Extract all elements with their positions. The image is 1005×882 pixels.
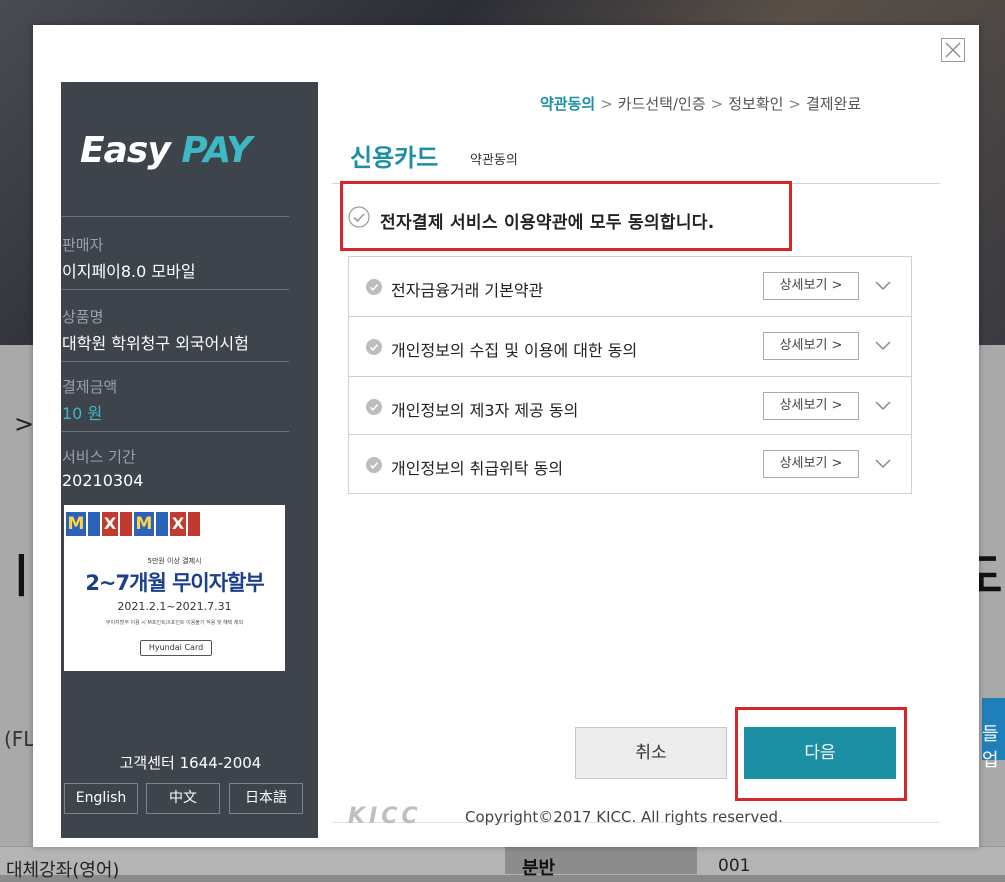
- product-label: 상품명: [62, 308, 104, 326]
- divider: [61, 289, 289, 290]
- background-chevron: >: [14, 410, 35, 438]
- step-separator: >: [600, 95, 613, 113]
- customer-center: 고객센터 1644-2004: [119, 754, 262, 772]
- background-table-cell: 001: [718, 856, 751, 876]
- term-label: 개인정보의 제3자 제공 동의: [391, 401, 579, 420]
- lang-english-button[interactable]: English: [64, 783, 138, 814]
- close-icon: [945, 42, 961, 58]
- check-circle-icon: [366, 279, 382, 295]
- cancel-button[interactable]: 취소: [575, 727, 727, 779]
- background-table-cell: 분반: [522, 858, 556, 879]
- term-detail-button[interactable]: 상세보기 >: [763, 332, 859, 360]
- next-button[interactable]: 다음: [744, 727, 896, 779]
- promo-headline: 2~7개월 무이자할부: [85, 571, 264, 595]
- product-value: 대학원 학위청구 외국어시험: [62, 334, 249, 353]
- term-row-third-party[interactable]: 개인정보의 제3자 제공 동의 상세보기 >: [348, 376, 912, 436]
- chevron-down-icon[interactable]: [874, 338, 892, 352]
- chevron-down-icon[interactable]: [874, 278, 892, 292]
- term-row-outsourcing[interactable]: 개인정보의 취급위탁 동의 상세보기 >: [348, 434, 912, 494]
- check-circle-icon: [366, 457, 382, 473]
- amount-value: 10 원: [62, 404, 103, 423]
- period-value: 20210304: [62, 471, 144, 490]
- page-title: 신용카드: [350, 144, 439, 172]
- term-detail-button[interactable]: 상세보기 >: [763, 272, 859, 300]
- card-point-logos: MXMX: [64, 505, 285, 543]
- page-subtitle: 약관동의: [470, 153, 518, 168]
- chevron-down-icon[interactable]: [874, 398, 892, 412]
- step-confirm: 정보확인: [728, 95, 784, 113]
- lang-chinese-button[interactable]: 中文: [146, 783, 220, 814]
- background-button-fragment: 들업: [982, 698, 1005, 771]
- term-detail-button[interactable]: 상세보기 >: [763, 450, 859, 478]
- promo-banner[interactable]: MXMX 5만원 이상 결제시 2~7개월 무이자할부 2021.2.1~202…: [64, 505, 285, 671]
- seller-label: 판매자: [62, 236, 104, 254]
- check-circle-icon: [366, 399, 382, 415]
- term-detail-button[interactable]: 상세보기 >: [763, 392, 859, 420]
- seller-value: 이지페이8.0 모바일: [62, 262, 196, 281]
- kicc-logo: KICC: [348, 804, 422, 829]
- background-table-cell: 대체강좌(영어): [6, 860, 120, 881]
- agree-all-label: 전자결제 서비스 이용약관에 모두 동의합니다.: [380, 213, 715, 233]
- hyundai-card-logo: Hyundai Card: [140, 640, 212, 656]
- step-separator: >: [788, 95, 801, 113]
- term-label: 개인정보의 수집 및 이용에 대한 동의: [391, 341, 638, 360]
- term-row-basic[interactable]: 전자금융거래 기본약관 상세보기 >: [348, 256, 912, 316]
- term-label: 개인정보의 취급위탁 동의: [391, 459, 564, 478]
- amount-label: 결제금액: [62, 378, 118, 396]
- divider: [61, 216, 289, 217]
- lang-japanese-button[interactable]: 日本語: [229, 783, 303, 814]
- progress-steps: 약관동의 > 카드선택/인증 > 정보확인 > 결제완료: [540, 93, 861, 114]
- divider: [61, 361, 289, 362]
- close-button[interactable]: [941, 38, 965, 62]
- promo-date: 2021.2.1~2021.7.31: [117, 600, 232, 613]
- period-label: 서비스 기간: [62, 448, 136, 466]
- copyright-text: Copyright©2017 KICC. All rights reserved…: [465, 808, 783, 826]
- promo-small-text: 5만원 이상 결제시: [147, 557, 202, 565]
- promo-fine-print: 무이자할부 이용 시 M포인트/X포인트 이용불가 적용 및 혜택 제외: [105, 620, 244, 626]
- check-circle-icon: [348, 206, 370, 228]
- step-card-select: 카드선택/인증: [617, 95, 706, 113]
- step-complete: 결제완료: [806, 95, 862, 113]
- term-label: 전자금융거래 기본약관: [391, 281, 544, 300]
- check-circle-icon: [366, 339, 382, 355]
- background-table-row: [0, 846, 1005, 875]
- background-text-fragment: (FL: [4, 727, 35, 751]
- step-terms: 약관동의: [540, 95, 596, 113]
- easypay-logo: Easy PAY: [80, 130, 252, 171]
- term-row-privacy-collect[interactable]: 개인정보의 수집 및 이용에 대한 동의 상세보기 >: [348, 316, 912, 376]
- step-separator: >: [710, 95, 724, 113]
- divider: [61, 431, 289, 432]
- chevron-down-icon[interactable]: [874, 456, 892, 470]
